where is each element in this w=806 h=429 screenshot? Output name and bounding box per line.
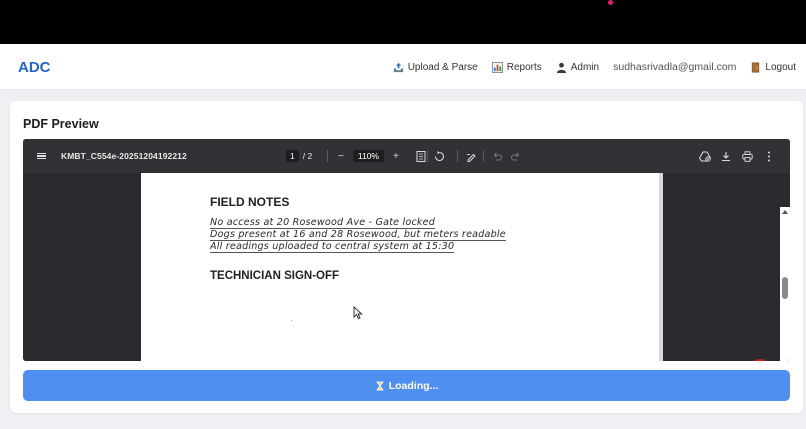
mouse-cursor-icon: [353, 306, 363, 320]
zoom-level[interactable]: 110%: [352, 150, 384, 162]
rotate-button[interactable]: [434, 139, 445, 173]
field-notes-heading: FIELD NOTES: [210, 195, 290, 209]
toolbar-divider: [427, 150, 428, 162]
redo-button[interactable]: [511, 139, 520, 173]
navbar: ADC Upload & Parse Reports Admin sudhasr…: [0, 44, 806, 90]
loading-button[interactable]: Loading...: [23, 370, 790, 401]
loading-label: Loading...: [388, 379, 439, 392]
download-icon: [722, 151, 730, 161]
nav-logout-label: Logout: [765, 61, 796, 73]
nav-menu: Upload & Parse Reports Admin sudhasrivad…: [393, 44, 796, 90]
pdf-preview-card: PDF Preview KMBT_C554e-20251204192212 1 …: [10, 101, 803, 413]
pdf-viewer: KMBT_C554e-20251204192212 1 / 2 − 110% +: [23, 139, 790, 361]
zoom-in-button[interactable]: +: [393, 151, 399, 162]
door-icon: [752, 61, 760, 73]
fit-page-icon: [416, 150, 426, 162]
pdf-scrollbar[interactable]: [780, 207, 790, 361]
zoom-out-button[interactable]: −: [338, 151, 344, 162]
hourglass-icon: [375, 381, 384, 390]
printer-icon: [742, 150, 753, 162]
zoom-controls: − 110% +: [338, 139, 399, 173]
drive-save-button[interactable]: [699, 139, 711, 173]
technician-signoff-heading: TECHNICIAN SIGN-OFF: [210, 270, 340, 282]
drive-icon: [699, 151, 711, 162]
menu-icon[interactable]: [37, 139, 47, 173]
toolbar-divider: [457, 150, 458, 162]
pdf-toolbar: KMBT_C554e-20251204192212 1 / 2 − 110% +: [23, 139, 790, 173]
toolbar-divider: [483, 150, 484, 162]
pen-icon: [466, 153, 476, 162]
toolbar-divider: [327, 150, 328, 162]
browser-top-bar: [0, 0, 806, 44]
brand-logo[interactable]: ADC: [18, 59, 51, 76]
acrobat-icon[interactable]: [749, 359, 771, 361]
nav-upload-parse[interactable]: Upload & Parse: [393, 62, 478, 73]
nav-admin[interactable]: Admin: [556, 62, 599, 73]
rotate-icon: [434, 150, 445, 161]
nav-reports-label: Reports: [506, 61, 542, 73]
more-options-button[interactable]: [767, 139, 771, 173]
handwritten-note-line: No access at 20 Rosewood Ave - Gate lock…: [210, 217, 436, 229]
page-speck: [291, 320, 292, 321]
fit-page-button[interactable]: [416, 139, 426, 173]
redo-icon: [511, 152, 520, 160]
nav-logout[interactable]: Logout: [750, 62, 796, 73]
page-total: / 2: [302, 151, 313, 161]
user-icon: [556, 62, 566, 73]
handwritten-note-line: Dogs present at 16 and 28 Rosewood, but …: [210, 229, 506, 241]
nav-reports[interactable]: Reports: [491, 61, 542, 73]
pdf-page: FIELD NOTES No access at 20 Rosewood Ave…: [141, 173, 663, 361]
scroll-up-arrow-icon[interactable]: [782, 210, 788, 214]
annotate-button[interactable]: [466, 139, 477, 173]
page-navigator: 1 / 2: [286, 139, 312, 173]
pdf-canvas[interactable]: FIELD NOTES No access at 20 Rosewood Ave…: [23, 173, 790, 361]
undo-icon: [493, 152, 502, 160]
download-button[interactable]: [721, 139, 731, 173]
undo-button[interactable]: [493, 139, 502, 173]
bar-chart-icon: [491, 61, 503, 73]
pdf-file-name: KMBT_C554e-20251204192212: [61, 151, 187, 161]
upload-tray-icon: [393, 62, 403, 72]
user-email: sudhasrivadla@gmail.com: [613, 61, 737, 73]
card-title: PDF Preview: [23, 117, 99, 131]
nav-upload-label: Upload & Parse: [407, 61, 478, 73]
kebab-icon: [768, 151, 770, 161]
scroll-thumb[interactable]: [782, 277, 788, 299]
recording-indicator: [608, 0, 613, 5]
handwritten-note-line: All readings uploaded to central system …: [210, 241, 455, 253]
nav-admin-label: Admin: [570, 61, 600, 73]
print-button[interactable]: [742, 139, 753, 173]
current-page-input[interactable]: 1: [286, 150, 299, 162]
